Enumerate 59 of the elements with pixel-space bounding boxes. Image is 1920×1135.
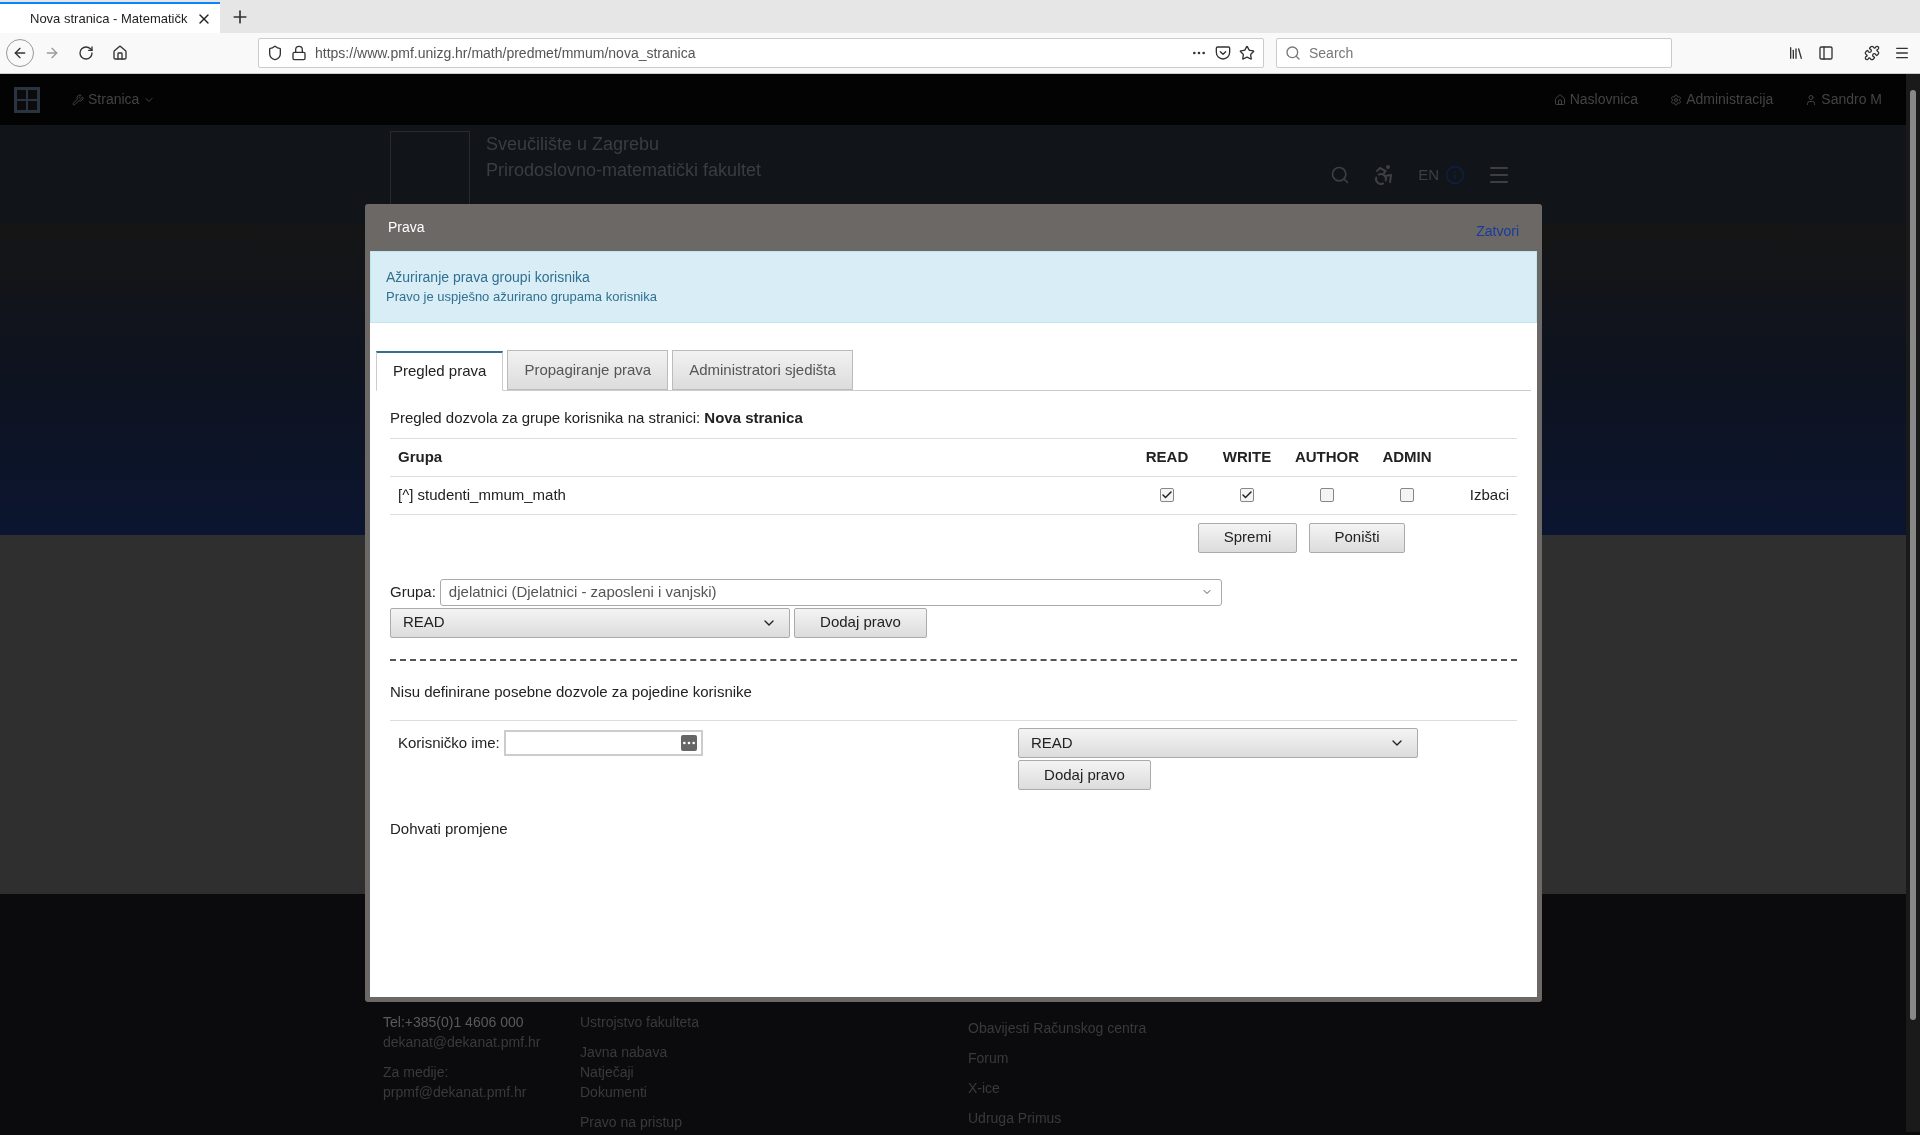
bookmark-star-icon[interactable]: [1239, 45, 1255, 61]
username-field[interactable]: [503, 730, 703, 756]
password-manager-icon: [680, 735, 697, 751]
alert-message: Pravo je uspješno ažurirano grupama korisnika: [386, 288, 658, 306]
tab[interactable]: Pregled prava: [376, 351, 504, 391]
checkbox[interactable]: [1320, 488, 1334, 502]
address-bar[interactable]: https://www.pmf.unizg.hr/math/predmet/mmum/nova_stranica: [258, 38, 1264, 68]
group-select[interactable]: djelatnici (Djelatnici - zaposleni i vanjski): [439, 578, 1222, 606]
url-text: https://www.pmf.unizg.hr/math/predmet/mmum/nova_stranica: [315, 43, 697, 63]
tab[interactable]: Administratori sjedišta: [672, 350, 853, 390]
nav-link[interactable]: Naslovnica: [1553, 89, 1639, 110]
save-button[interactable]: Spremi: [1198, 522, 1297, 553]
nav-link[interactable]: Administracija: [1670, 89, 1774, 110]
checkbox[interactable]: [1400, 488, 1414, 502]
close-link[interactable]: Zatvori: [1476, 221, 1519, 242]
permission-select[interactable]: READ: [1018, 728, 1418, 758]
remove-link[interactable]: Izbaci: [1447, 483, 1517, 507]
intro-text: Pregled dozvola za grupe korisnika na stranici: Nova stranica: [390, 408, 804, 428]
username-label: Korisničko ime:: [398, 732, 500, 753]
alert-title: Ažuriranje prava groupi korisnika: [386, 268, 591, 287]
column-header: READ: [1144, 446, 1190, 467]
column-header: WRITE: [1221, 446, 1273, 467]
checkbox[interactable]: [1160, 488, 1174, 502]
changes-link[interactable]: Dohvati promjene: [390, 818, 1517, 841]
search-icon: [1285, 45, 1301, 61]
permission-select[interactable]: READ: [390, 607, 790, 638]
library-icon[interactable]: [1788, 45, 1804, 61]
wrench-icon: [72, 93, 84, 106]
user-note: Nisu definirane posebne dozvole za pojedine korisnike: [390, 681, 753, 702]
search-placeholder: Search: [1309, 43, 1354, 63]
add-permission-button[interactable]: Dodaj pravo: [1018, 760, 1151, 790]
menu-icon[interactable]: [1894, 45, 1910, 61]
home-icon: [1553, 93, 1566, 106]
column-header: ADMIN: [1381, 446, 1433, 467]
tab-title: Nova stranica - Matematičk: [30, 9, 189, 28]
pocket-icon[interactable]: [1215, 45, 1231, 61]
tab[interactable]: Propagiranje prava: [507, 350, 669, 390]
shield-icon: [267, 45, 283, 61]
user-icon: [1805, 93, 1818, 106]
reload-icon[interactable]: [78, 45, 94, 61]
add-permission-button[interactable]: Dodaj pravo: [794, 607, 927, 638]
footer-link[interactable]: Tel:+385(0)1 4606 000: [383, 1012, 580, 1032]
column-header: Grupa: [397, 446, 444, 467]
search-field[interactable]: Search: [1276, 38, 1672, 68]
column-header: AUTHOR: [1293, 446, 1361, 467]
page-menu[interactable]: Stranica: [72, 89, 156, 110]
home-icon[interactable]: [112, 45, 128, 61]
browser-tab[interactable]: Nova stranica - Matematičk: [0, 2, 220, 33]
extensions-icon[interactable]: [1864, 45, 1880, 61]
cancel-button[interactable]: Poništi: [1309, 522, 1405, 553]
group-name: [^] studenti_mmum_math: [397, 484, 567, 505]
group-label: Grupa:: [390, 581, 436, 602]
gear-icon: [1670, 93, 1683, 106]
forward-icon[interactable]: [44, 45, 60, 61]
nav-link[interactable]: Sandro M: [1805, 89, 1882, 110]
dialog-title: Prava: [388, 218, 425, 237]
sidebar-icon[interactable]: [1818, 45, 1834, 61]
checkbox[interactable]: [1240, 488, 1254, 502]
lock-icon: [291, 45, 307, 61]
